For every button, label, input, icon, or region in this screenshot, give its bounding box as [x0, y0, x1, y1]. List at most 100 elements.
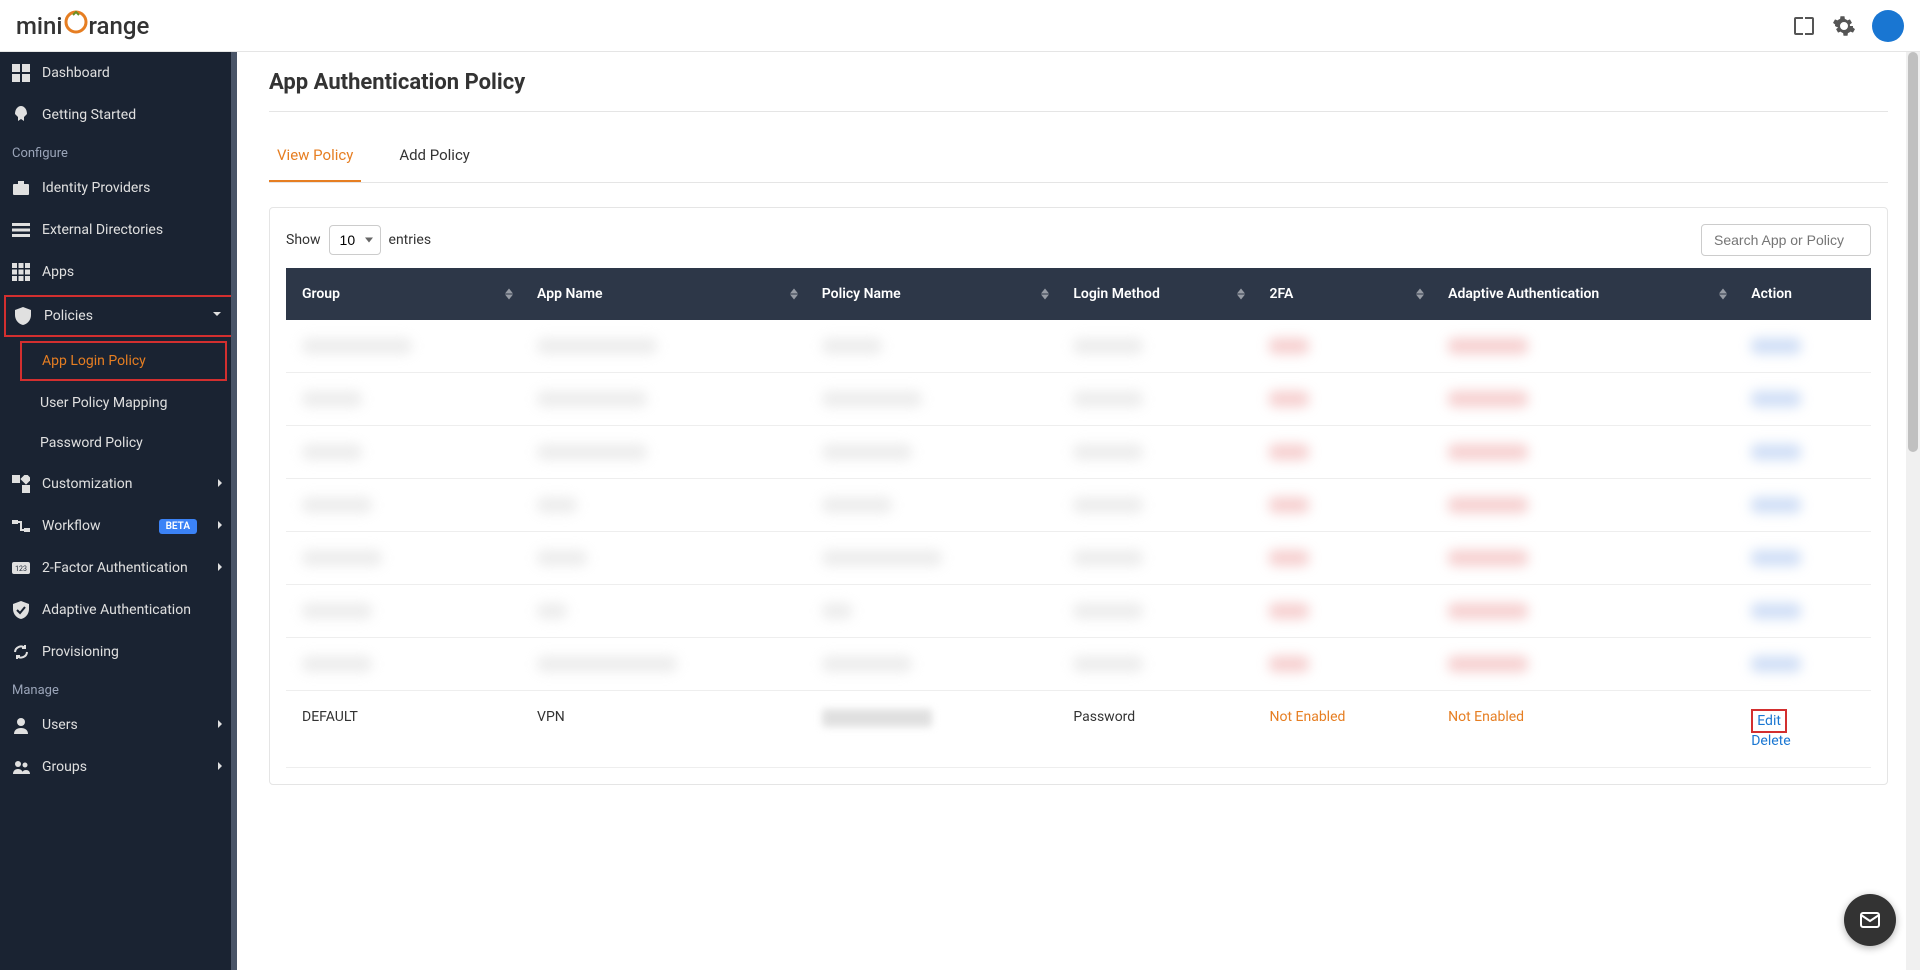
sidebar-item-apps[interactable]: Apps	[0, 251, 237, 293]
shield-icon	[14, 307, 32, 325]
nav-label: Dashboard	[42, 65, 225, 81]
edit-link[interactable]: Edit	[1751, 709, 1787, 733]
cell-app-name: VPN	[521, 691, 806, 768]
chevron-right-icon	[215, 560, 225, 576]
tab-view-policy[interactable]: View Policy	[269, 134, 361, 182]
nav-label: Policies	[44, 308, 199, 324]
sidebar-item-identity-providers[interactable]: Identity Providers	[0, 167, 237, 209]
user-icon	[12, 716, 30, 734]
cell-2fa: Not Enabled	[1253, 691, 1432, 768]
cell-login-method: Password	[1057, 691, 1253, 768]
table-row	[286, 638, 1871, 691]
table-row: DEFAULT VPN Password Not Enabled Not Ena…	[286, 691, 1871, 768]
sidebar-item-provisioning[interactable]: Provisioning	[0, 631, 237, 673]
nav-label: Groups	[42, 759, 203, 775]
cell-adaptive: Not Enabled	[1432, 691, 1735, 768]
logo-text-range: range	[89, 12, 150, 40]
table-row	[286, 585, 1871, 638]
gear-icon[interactable]	[1832, 14, 1856, 38]
sidebar-item-password-policy[interactable]: Password Policy	[0, 423, 237, 463]
nav-label: 2-Factor Authentication	[42, 560, 203, 576]
table-row	[286, 373, 1871, 426]
nav-label: Customization	[42, 476, 203, 492]
sidebar-item-adaptive-auth[interactable]: Adaptive Authentication	[0, 589, 237, 631]
entries-select[interactable]: 10	[329, 225, 381, 255]
delete-link[interactable]: Delete	[1751, 733, 1790, 749]
cell-action: Edit Delete	[1735, 691, 1871, 768]
sidebar-item-getting-started[interactable]: Getting Started	[0, 94, 237, 136]
cell-policy-name	[806, 691, 1058, 768]
nav-label: Workflow	[42, 518, 147, 534]
cell-group: DEFAULT	[286, 691, 521, 768]
nav-section-configure: Configure	[0, 136, 237, 167]
page-title: App Authentication Policy	[269, 52, 1888, 112]
beta-badge: BETA	[159, 519, 197, 534]
table-row	[286, 532, 1871, 585]
sidebar-item-workflow[interactable]: Workflow BETA	[0, 505, 237, 547]
card: Show 10 entries Group App Name Policy N	[269, 207, 1888, 785]
avatar[interactable]	[1872, 10, 1904, 42]
group-icon	[12, 758, 30, 776]
nav-label: App Login Policy	[42, 353, 205, 369]
th-login-method[interactable]: Login Method	[1057, 268, 1253, 320]
chevron-right-icon	[215, 759, 225, 775]
scrollbar-thumb[interactable]	[1908, 52, 1918, 452]
apps-icon	[12, 263, 30, 281]
sidebar-item-users[interactable]: Users	[0, 704, 237, 746]
th-app-name[interactable]: App Name	[521, 268, 806, 320]
logo-text-mini: mini	[16, 12, 63, 40]
sidebar-item-policies[interactable]: Policies	[4, 295, 233, 337]
nav-label: User Policy Mapping	[40, 395, 225, 411]
chevron-right-icon	[215, 518, 225, 534]
card-header: Show 10 entries	[286, 224, 1871, 268]
nav-label: Provisioning	[42, 644, 225, 660]
email-fab[interactable]	[1844, 894, 1896, 946]
logo-orange-icon	[63, 9, 89, 42]
sidebar: Dashboard Getting Started Configure Iden…	[0, 52, 237, 970]
book-icon[interactable]	[1792, 14, 1816, 38]
nav-label: Apps	[42, 264, 225, 280]
widgets-icon	[12, 475, 30, 493]
table-row	[286, 426, 1871, 479]
sidebar-item-user-policy-mapping[interactable]: User Policy Mapping	[0, 383, 237, 423]
nav-label: Password Policy	[40, 435, 225, 451]
rocket-icon	[12, 106, 30, 124]
workflow-icon	[12, 517, 30, 535]
chevron-right-icon	[215, 476, 225, 492]
nav-label: Getting Started	[42, 107, 225, 123]
th-group[interactable]: Group	[286, 268, 521, 320]
tab-add-policy[interactable]: Add Policy	[391, 134, 478, 182]
shield-check-icon	[12, 601, 30, 619]
tabs: View Policy Add Policy	[269, 134, 1888, 183]
svg-text:123: 123	[15, 565, 27, 573]
entries-control: Show 10 entries	[286, 225, 431, 255]
list-icon	[12, 221, 30, 239]
page-scrollbar[interactable]	[1906, 52, 1920, 970]
nav-label: Adaptive Authentication	[42, 602, 225, 618]
nav-label: Identity Providers	[42, 180, 225, 196]
logo[interactable]: mini range	[16, 9, 149, 42]
chevron-right-icon	[215, 717, 225, 733]
th-2fa[interactable]: 2FA	[1253, 268, 1432, 320]
main-content: App Authentication Policy View Policy Ad…	[237, 52, 1920, 970]
th-policy-name[interactable]: Policy Name	[806, 268, 1058, 320]
sidebar-item-dashboard[interactable]: Dashboard	[0, 52, 237, 94]
sidebar-scrollbar[interactable]	[231, 52, 237, 970]
entries-label: entries	[389, 232, 432, 248]
sidebar-item-customization[interactable]: Customization	[0, 463, 237, 505]
dashboard-icon	[12, 64, 30, 82]
nav-label: Users	[42, 717, 203, 733]
th-adaptive[interactable]: Adaptive Authentication	[1432, 268, 1735, 320]
sidebar-item-external-directories[interactable]: External Directories	[0, 209, 237, 251]
chevron-down-icon	[211, 308, 223, 324]
nav-label: External Directories	[42, 222, 225, 238]
search-input[interactable]	[1701, 224, 1871, 256]
sidebar-item-groups[interactable]: Groups	[0, 746, 237, 788]
number-icon: 123	[12, 559, 30, 577]
show-label: Show	[286, 232, 321, 248]
table-row	[286, 479, 1871, 532]
sidebar-item-app-login-policy[interactable]: App Login Policy	[20, 341, 227, 381]
sidebar-item-2fa[interactable]: 123 2-Factor Authentication	[0, 547, 237, 589]
briefcase-icon	[12, 179, 30, 197]
sync-icon	[12, 643, 30, 661]
